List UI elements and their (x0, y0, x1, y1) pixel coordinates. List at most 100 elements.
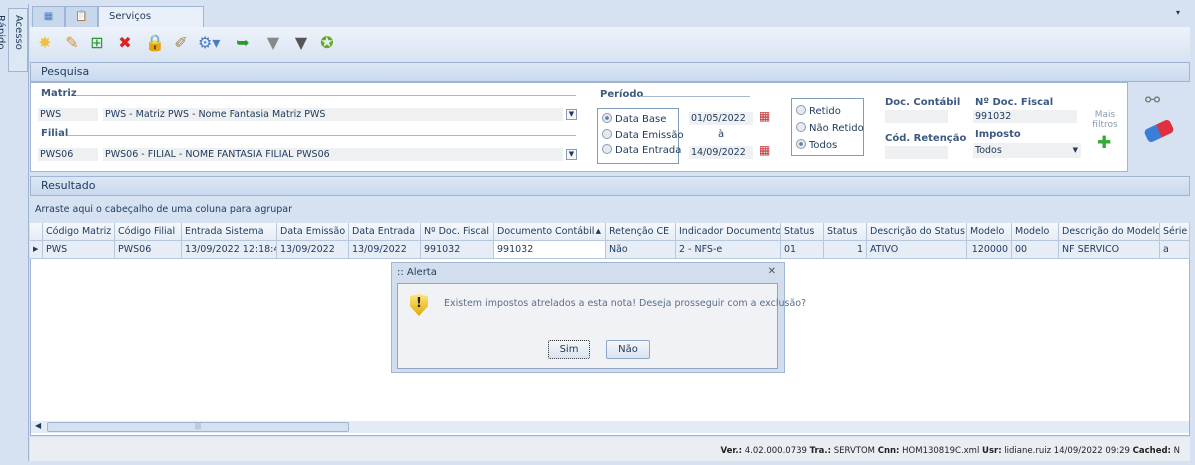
table-cell[interactable]: 13/09/2022 12:18:48 (182, 241, 277, 259)
table-cell[interactable]: 120000 (967, 241, 1012, 259)
lock-icon[interactable]: 🔒 (144, 32, 166, 54)
doc-contabil-field[interactable] (885, 110, 948, 123)
column-header[interactable]: Modelo (967, 223, 1012, 241)
pesquisa-header: Pesquisa (30, 62, 1190, 82)
add-filter-icon[interactable]: ▼ (290, 32, 312, 54)
column-header[interactable]: Descrição do Status (867, 223, 967, 241)
binoculars-icon[interactable]: ⚯ (1145, 90, 1160, 111)
export-icon[interactable]: ➥ (232, 32, 254, 54)
table-cell[interactable]: a (1160, 241, 1190, 259)
table-cell[interactable]: PWS (43, 241, 115, 259)
column-header[interactable]: Status (781, 223, 824, 241)
sort-asc-icon: ▲ (595, 227, 601, 235)
date-to-field[interactable]: 14/09/2022 (689, 146, 753, 159)
table-cell[interactable]: NF SERVICO (1059, 241, 1160, 259)
chevron-down-icon[interactable]: ▼ (566, 109, 577, 120)
table-cell[interactable]: 13/09/2022 (277, 241, 349, 259)
status-bar: Ver.: 4.02.000.0739 Tra.: SERVTOM Cnn: H… (30, 437, 1190, 461)
dialog-body: ! Existem impostos atrelados a esta nota… (397, 283, 806, 369)
plus-icon[interactable]: ✚ (1097, 133, 1111, 153)
cod-retencao-field[interactable] (885, 146, 948, 159)
column-header[interactable]: Código Matriz (43, 223, 115, 241)
close-icon[interactable]: ✕ (768, 266, 776, 277)
table-cell[interactable]: 1 (824, 241, 867, 259)
divider (640, 96, 750, 97)
radio-data-base[interactable]: Data Base (602, 111, 674, 128)
tab-menu-chevron-icon[interactable]: ▾ (1176, 8, 1180, 17)
radio-label: Data Base (615, 114, 667, 125)
divider (76, 95, 576, 96)
column-header[interactable]: Data Emissão (277, 223, 349, 241)
column-header[interactable]: Modelo (1012, 223, 1059, 241)
favorite-icon[interactable]: ✪ (316, 32, 338, 54)
tab-clipboard[interactable]: 📋 (65, 6, 98, 27)
yes-button[interactable]: Sim (548, 340, 590, 359)
radio-retido[interactable]: Retido (796, 103, 859, 120)
table-cell[interactable]: 991032 (494, 241, 606, 259)
status-label: Cnn: (877, 446, 900, 456)
periodo-label: Período (600, 89, 644, 100)
imposto-select[interactable]: Todos ▼ (973, 143, 1081, 158)
filial-select[interactable]: PWS06 - FILIAL - NOME FANTASIA FILIAL PW… (103, 148, 563, 161)
table-cell[interactable]: 991032 (421, 241, 494, 259)
periodo-radio-group: Data Base Data Emissão Data Entrada (597, 108, 684, 164)
date-from-field[interactable]: 01/05/2022 (689, 112, 753, 125)
column-header[interactable]: Nº Doc. Fiscal (421, 223, 494, 241)
table-cell[interactable]: 13/09/2022 (349, 241, 421, 259)
group-by-area[interactable]: Arraste aqui o cabeçalho de uma coluna p… (30, 196, 1190, 223)
scrollbar-thumb[interactable]: ||| (47, 422, 349, 432)
settings-icon[interactable]: ⚙▾ (198, 32, 220, 54)
table-cell[interactable]: PWS06 (115, 241, 182, 259)
radio-data-emissao[interactable]: Data Emissão (602, 128, 684, 143)
radio-nao-retido[interactable]: Não Retido (796, 120, 864, 137)
doc-fiscal-field[interactable]: 991032 (973, 110, 1077, 123)
grid-icon: ▦ (43, 11, 54, 22)
column-header[interactable]: Código Filial (115, 223, 182, 241)
column-header[interactable]: Série (1160, 223, 1190, 241)
column-header[interactable]: Retenção CE (606, 223, 676, 241)
table-cell[interactable]: 2 - NFS-e (676, 241, 781, 259)
eraser-icon[interactable] (1143, 118, 1175, 144)
delete-icon[interactable]: ✖ (114, 32, 136, 54)
table-cell[interactable]: ATIVO (867, 241, 967, 259)
edit-icon[interactable]: ✎ (61, 32, 83, 54)
alert-dialog: :: Alerta ✕ ! Existem impostos atrelados… (391, 262, 806, 373)
column-header[interactable]: Descrição do Modelo (1059, 223, 1160, 241)
column-header[interactable]: Data Entrada (349, 223, 421, 241)
more-filters-label[interactable]: Mais filtros (1088, 110, 1122, 130)
table-cell[interactable]: Não (606, 241, 676, 259)
tab-grid[interactable]: ▦ (32, 6, 65, 27)
column-label: Nº Doc. Fiscal (424, 226, 490, 237)
radio-todos[interactable]: Todos (796, 137, 859, 154)
imposto-value: Todos (975, 145, 1002, 156)
column-header[interactable]: Indicador Documento (676, 223, 781, 241)
matriz-select[interactable]: PWS - Matriz PWS - Nome Fantasia Matriz … (103, 108, 563, 121)
script-icon[interactable]: ✐ (170, 32, 192, 54)
matriz-code-field[interactable]: PWS (38, 108, 98, 121)
horizontal-scrollbar[interactable]: ◀ ||| (31, 421, 1189, 433)
scroll-left-icon[interactable]: ◀ (35, 421, 41, 430)
no-button[interactable]: Não (606, 340, 650, 359)
new-icon[interactable]: ✸ (34, 32, 56, 54)
warning-icon: ! (410, 294, 428, 316)
column-header[interactable]: Documento Contábil ▲ (494, 223, 606, 241)
column-header[interactable]: Entrada Sistema (182, 223, 277, 241)
resultado-header: Resultado (30, 176, 1190, 196)
column-header[interactable]: Status (824, 223, 867, 241)
radio-label: Todos (809, 140, 838, 151)
calendar-icon[interactable]: ▦ (759, 143, 770, 157)
filter-icon[interactable]: ▼ (262, 32, 284, 54)
tab-servicos-tomados[interactable]: Serviços Tomados✕ (98, 6, 204, 41)
divider (68, 135, 576, 136)
quick-access-tab[interactable]: Acesso Rápido (0, 8, 28, 72)
add-row-icon[interactable]: ⊞ (86, 32, 108, 54)
column-label: Documento Contábil (497, 226, 595, 237)
radio-data-entrada[interactable]: Data Entrada (602, 143, 681, 158)
column-label: Modelo (970, 226, 1005, 237)
table-cell[interactable]: 01 (781, 241, 824, 259)
table-cell[interactable]: 00 (1012, 241, 1059, 259)
filial-code-field[interactable]: PWS06 (38, 148, 98, 161)
chevron-down-icon[interactable]: ▼ (566, 149, 577, 160)
column-label: Série (1163, 226, 1188, 237)
calendar-icon[interactable]: ▦ (759, 109, 770, 123)
